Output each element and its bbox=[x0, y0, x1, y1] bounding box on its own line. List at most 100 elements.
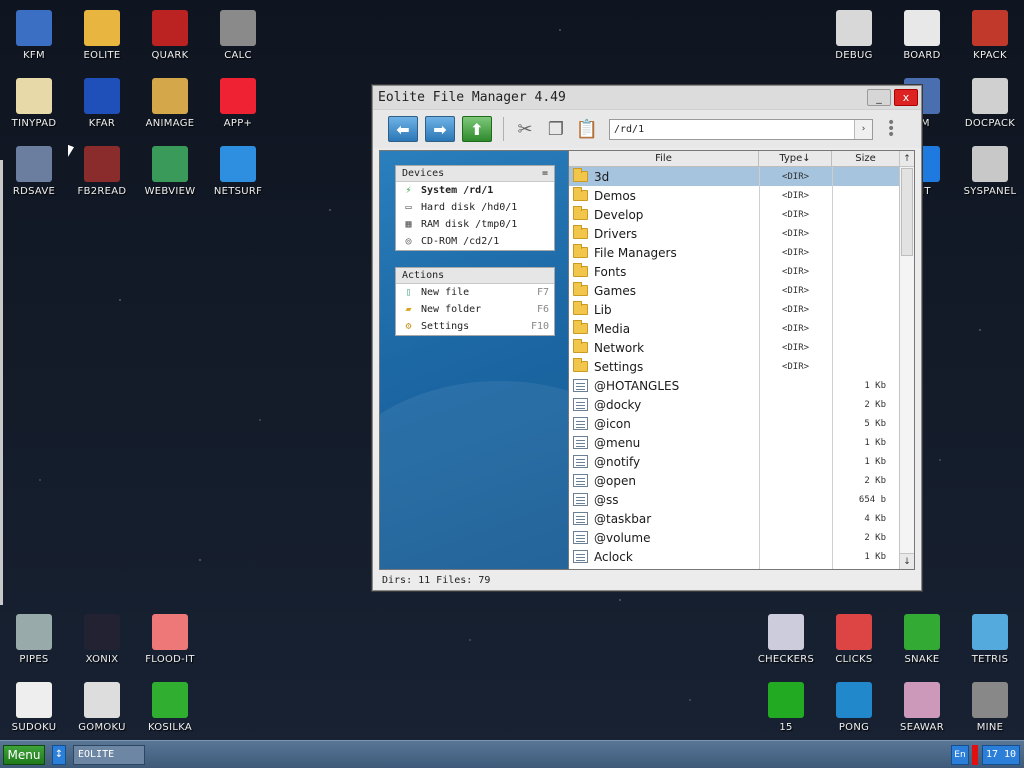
desktop-icon-animage[interactable]: ANIMAGE bbox=[136, 78, 204, 129]
window-switch-button[interactable]: ↕ bbox=[52, 744, 66, 765]
file-row[interactable]: @menu 1 Kb bbox=[569, 433, 914, 452]
device-item[interactable]: ▭ Hard disk /hd0/1 bbox=[396, 199, 554, 216]
column-size[interactable]: Size bbox=[832, 151, 900, 166]
device-item[interactable]: ▦ RAM disk /tmp0/1 bbox=[396, 216, 554, 233]
cut-button[interactable]: ✂ bbox=[512, 116, 538, 142]
desktop-icon-seawar[interactable]: SEAWAR bbox=[888, 682, 956, 733]
desktop-icon-debug[interactable]: DEBUG bbox=[820, 10, 888, 61]
desktop-icon-sudoku[interactable]: SUDOKU bbox=[0, 682, 68, 733]
file-row[interactable]: Drivers <DIR> bbox=[569, 224, 914, 243]
desktop-icon-15[interactable]: 15 bbox=[752, 682, 820, 733]
taskbar-item-eolite[interactable]: EOLITE bbox=[73, 744, 145, 765]
desktop-icon-board[interactable]: BOARD bbox=[888, 10, 956, 61]
device-item[interactable]: ⚡ System /rd/1 bbox=[396, 182, 554, 199]
desktop-icon-clicks[interactable]: CLICKS bbox=[820, 614, 888, 665]
desktop-icon-netsurf[interactable]: NETSURF bbox=[204, 146, 272, 197]
devices-toggle[interactable]: = bbox=[542, 168, 548, 179]
desktop-icon-snake[interactable]: SNAKE bbox=[888, 614, 956, 665]
window-titlebar[interactable]: Eolite File Manager 4.49 _ x bbox=[373, 86, 921, 110]
file-row[interactable]: Aclock 1 Kb bbox=[569, 547, 914, 566]
desktop-icon-tetris[interactable]: TETRIS bbox=[956, 614, 1024, 665]
minimize-button[interactable]: _ bbox=[867, 89, 891, 106]
more-menu-icon[interactable]: • • • bbox=[887, 116, 895, 142]
path-input[interactable] bbox=[610, 119, 854, 139]
desktop-icon-label: KFM bbox=[23, 50, 45, 61]
file-row[interactable]: Media <DIR> bbox=[569, 319, 914, 338]
xonix-icon bbox=[84, 614, 120, 650]
desktop-icon-calc[interactable]: CALC bbox=[204, 10, 272, 61]
file-row[interactable]: @ss 654 b bbox=[569, 490, 914, 509]
desktop-icon-label: DEBUG bbox=[835, 50, 873, 61]
file-name-cell: Demos bbox=[569, 187, 759, 203]
desktop-icon-webview[interactable]: WEBVIEW bbox=[136, 146, 204, 197]
file-row[interactable]: Demos <DIR> bbox=[569, 186, 914, 205]
scroll-down-button[interactable]: ↓ bbox=[900, 553, 914, 569]
sliders-icon bbox=[972, 146, 1008, 182]
file-name: @open bbox=[594, 473, 636, 488]
paste-button[interactable]: 📋 bbox=[574, 116, 600, 142]
up-button[interactable]: ⬆ bbox=[462, 116, 492, 142]
scroll-up-button[interactable]: ↑ bbox=[900, 151, 914, 167]
vertical-scrollbar[interactable]: ↑ ↓ bbox=[899, 151, 914, 569]
file-icon bbox=[573, 474, 588, 487]
desktop-icon-kfar[interactable]: KFAR bbox=[68, 78, 136, 129]
file-row[interactable]: Lib <DIR> bbox=[569, 300, 914, 319]
desktop-icon-rdsave[interactable]: RDSAVE bbox=[0, 146, 68, 197]
device-label: RAM disk /tmp0/1 bbox=[421, 219, 518, 230]
file-name-cell: File Managers bbox=[569, 244, 759, 260]
action-item[interactable]: ▯ New file F7 bbox=[396, 284, 554, 301]
desktop-icon-syspanel[interactable]: SYSPANEL bbox=[956, 146, 1024, 197]
desktop-icon-tinypad[interactable]: TINYPAD bbox=[0, 78, 68, 129]
desktop-icon-kpack[interactable]: KPACK bbox=[956, 10, 1024, 61]
clock[interactable]: 17 10 bbox=[982, 744, 1020, 765]
desktop-icon-docpack[interactable]: DOCPACK bbox=[956, 78, 1024, 129]
save-icon bbox=[16, 146, 52, 182]
desktop-icon-mine[interactable]: MINE bbox=[956, 682, 1024, 733]
desktop-icon-fb2read[interactable]: FB2READ bbox=[68, 146, 136, 197]
column-type[interactable]: Type↓ bbox=[759, 151, 832, 166]
close-button[interactable]: x bbox=[894, 89, 918, 106]
desktop-icon-quark[interactable]: QUARK bbox=[136, 10, 204, 61]
desktop-icon-kosilka[interactable]: KOSILKA bbox=[136, 682, 204, 733]
language-indicator[interactable]: En bbox=[951, 744, 969, 765]
globe-icon bbox=[220, 146, 256, 182]
file-size: 5 Kb bbox=[864, 418, 886, 429]
desktop-icon-kfm[interactable]: KFM bbox=[0, 10, 68, 61]
back-button[interactable]: ⬅ bbox=[388, 116, 418, 142]
column-file[interactable]: File bbox=[569, 151, 759, 166]
desktop-icon-xonix[interactable]: XONIX bbox=[68, 614, 136, 665]
copy-button[interactable]: ❐ bbox=[543, 116, 569, 142]
path-go-button[interactable]: › bbox=[854, 119, 872, 139]
file-row[interactable]: @HOTANGLES 1 Kb bbox=[569, 376, 914, 395]
desktop-icon-flood-it[interactable]: FLOOD-IT bbox=[136, 614, 204, 665]
forward-button[interactable]: ➡ bbox=[425, 116, 455, 142]
file-row[interactable]: @docky 2 Kb bbox=[569, 395, 914, 414]
desktop-icon-checkers[interactable]: CHECKERS bbox=[752, 614, 820, 665]
file-row[interactable]: @notify 1 Kb bbox=[569, 452, 914, 471]
desktop-icon-label: 15 bbox=[779, 722, 793, 733]
file-name: Lib bbox=[594, 302, 612, 317]
device-item[interactable]: ◎ CD-ROM /cd2/1 bbox=[396, 233, 554, 250]
file-icon bbox=[573, 436, 588, 449]
desktop-icon-gomoku[interactable]: GOMOKU bbox=[68, 682, 136, 733]
scroll-thumb[interactable] bbox=[901, 168, 913, 256]
devices-header[interactable]: Devices = bbox=[396, 166, 554, 182]
file-row[interactable]: @open 2 Kb bbox=[569, 471, 914, 490]
file-row[interactable]: Settings <DIR> bbox=[569, 357, 914, 376]
file-row[interactable]: 3d <DIR> bbox=[569, 167, 914, 186]
file-row[interactable]: Games <DIR> bbox=[569, 281, 914, 300]
desktop-icon-app-[interactable]: APP+ bbox=[204, 78, 272, 129]
file-row[interactable]: @volume 2 Kb bbox=[569, 528, 914, 547]
file-row[interactable]: File Managers <DIR> bbox=[569, 243, 914, 262]
desktop-icon-eolite[interactable]: EOLITE bbox=[68, 10, 136, 61]
action-item[interactable]: ▰ New folder F6 bbox=[396, 301, 554, 318]
file-row[interactable]: Develop <DIR> bbox=[569, 205, 914, 224]
action-item[interactable]: ⚙ Settings F10 bbox=[396, 318, 554, 335]
file-row[interactable]: @icon 5 Kb bbox=[569, 414, 914, 433]
file-row[interactable]: Network <DIR> bbox=[569, 338, 914, 357]
file-row[interactable]: Fonts <DIR> bbox=[569, 262, 914, 281]
desktop-icon-pong[interactable]: PONG bbox=[820, 682, 888, 733]
desktop-icon-pipes[interactable]: PIPES bbox=[0, 614, 68, 665]
file-row[interactable]: @taskbar 4 Kb bbox=[569, 509, 914, 528]
menu-button[interactable]: Menu bbox=[3, 744, 45, 765]
